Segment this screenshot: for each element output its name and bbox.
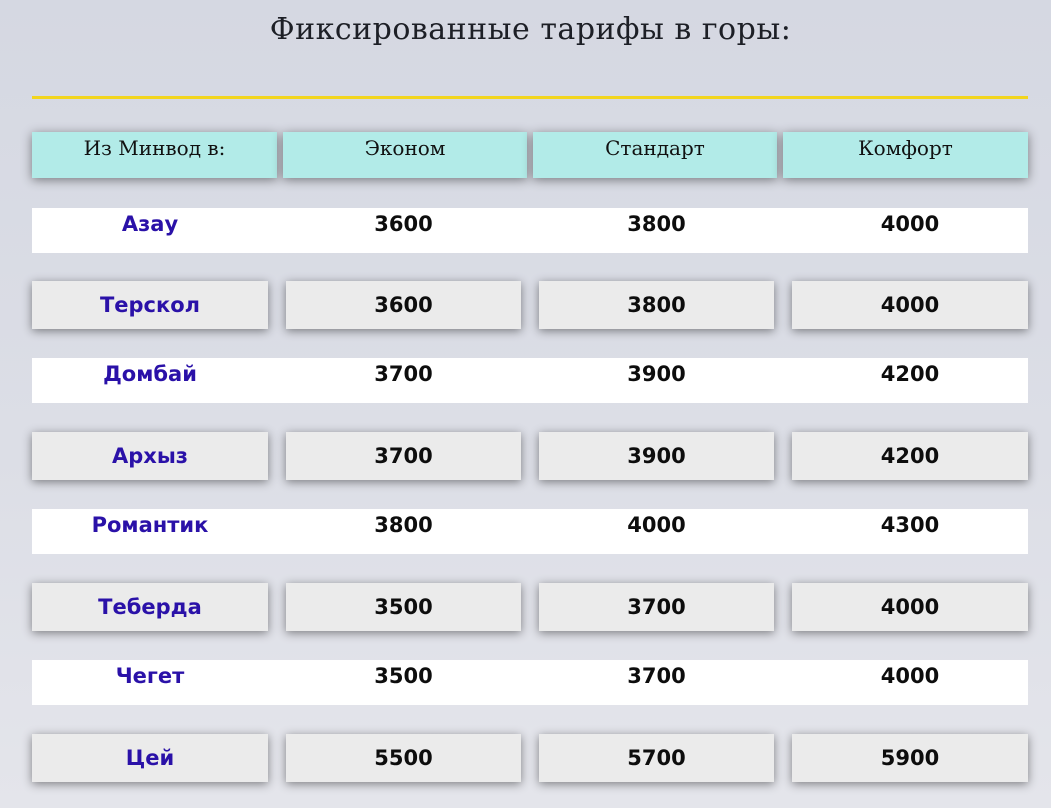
row-standard-price: 3900 <box>539 432 774 480</box>
row-comfort-price: 4000 <box>792 281 1028 329</box>
row-standard-price: 4000 <box>627 513 686 537</box>
row-econom-price: 3800 <box>374 513 433 537</box>
title-divider <box>32 96 1028 99</box>
row-standard-price: 3800 <box>539 281 774 329</box>
row-comfort-price: 5900 <box>792 734 1028 782</box>
row-city: Архыз <box>32 432 268 480</box>
row-comfort-price: 4200 <box>792 432 1028 480</box>
row-city: Теберда <box>32 583 268 631</box>
row-comfort-price: 4200 <box>880 362 940 386</box>
row-city: Домбай <box>103 362 197 386</box>
row-city: Чегет <box>115 664 185 688</box>
row-comfort-price: 4000 <box>880 212 940 236</box>
header-standard: Стандарт <box>533 132 777 178</box>
row-city: Романтик <box>91 513 209 537</box>
row-city: Цей <box>32 734 268 782</box>
row-econom-price: 3500 <box>374 664 433 688</box>
row-city: Азау <box>121 212 179 236</box>
row-standard-price: 3700 <box>539 583 774 631</box>
row-comfort-price: 4000 <box>792 583 1028 631</box>
header-comfort: Комфорт <box>783 132 1028 178</box>
row-econom-price: 5500 <box>286 734 521 782</box>
row-standard-price: 5700 <box>539 734 774 782</box>
row-standard-price: 3900 <box>627 362 686 386</box>
row-comfort-price: 4000 <box>880 664 940 688</box>
row-econom-price: 3700 <box>286 432 521 480</box>
row-standard-price: 3800 <box>627 212 686 236</box>
row-econom-price: 3500 <box>286 583 521 631</box>
row-city: Терскол <box>32 281 268 329</box>
row-econom-price: 3700 <box>374 362 433 386</box>
row-standard-price: 3700 <box>627 664 686 688</box>
header-destination: Из Минвод в: <box>32 132 277 178</box>
header-econom: Эконом <box>283 132 527 178</box>
row-econom-price: 3600 <box>374 212 433 236</box>
page-title: Фиксированные тарифы в горы: <box>269 12 792 47</box>
row-econom-price: 3600 <box>286 281 521 329</box>
row-comfort-price: 4300 <box>880 513 940 537</box>
